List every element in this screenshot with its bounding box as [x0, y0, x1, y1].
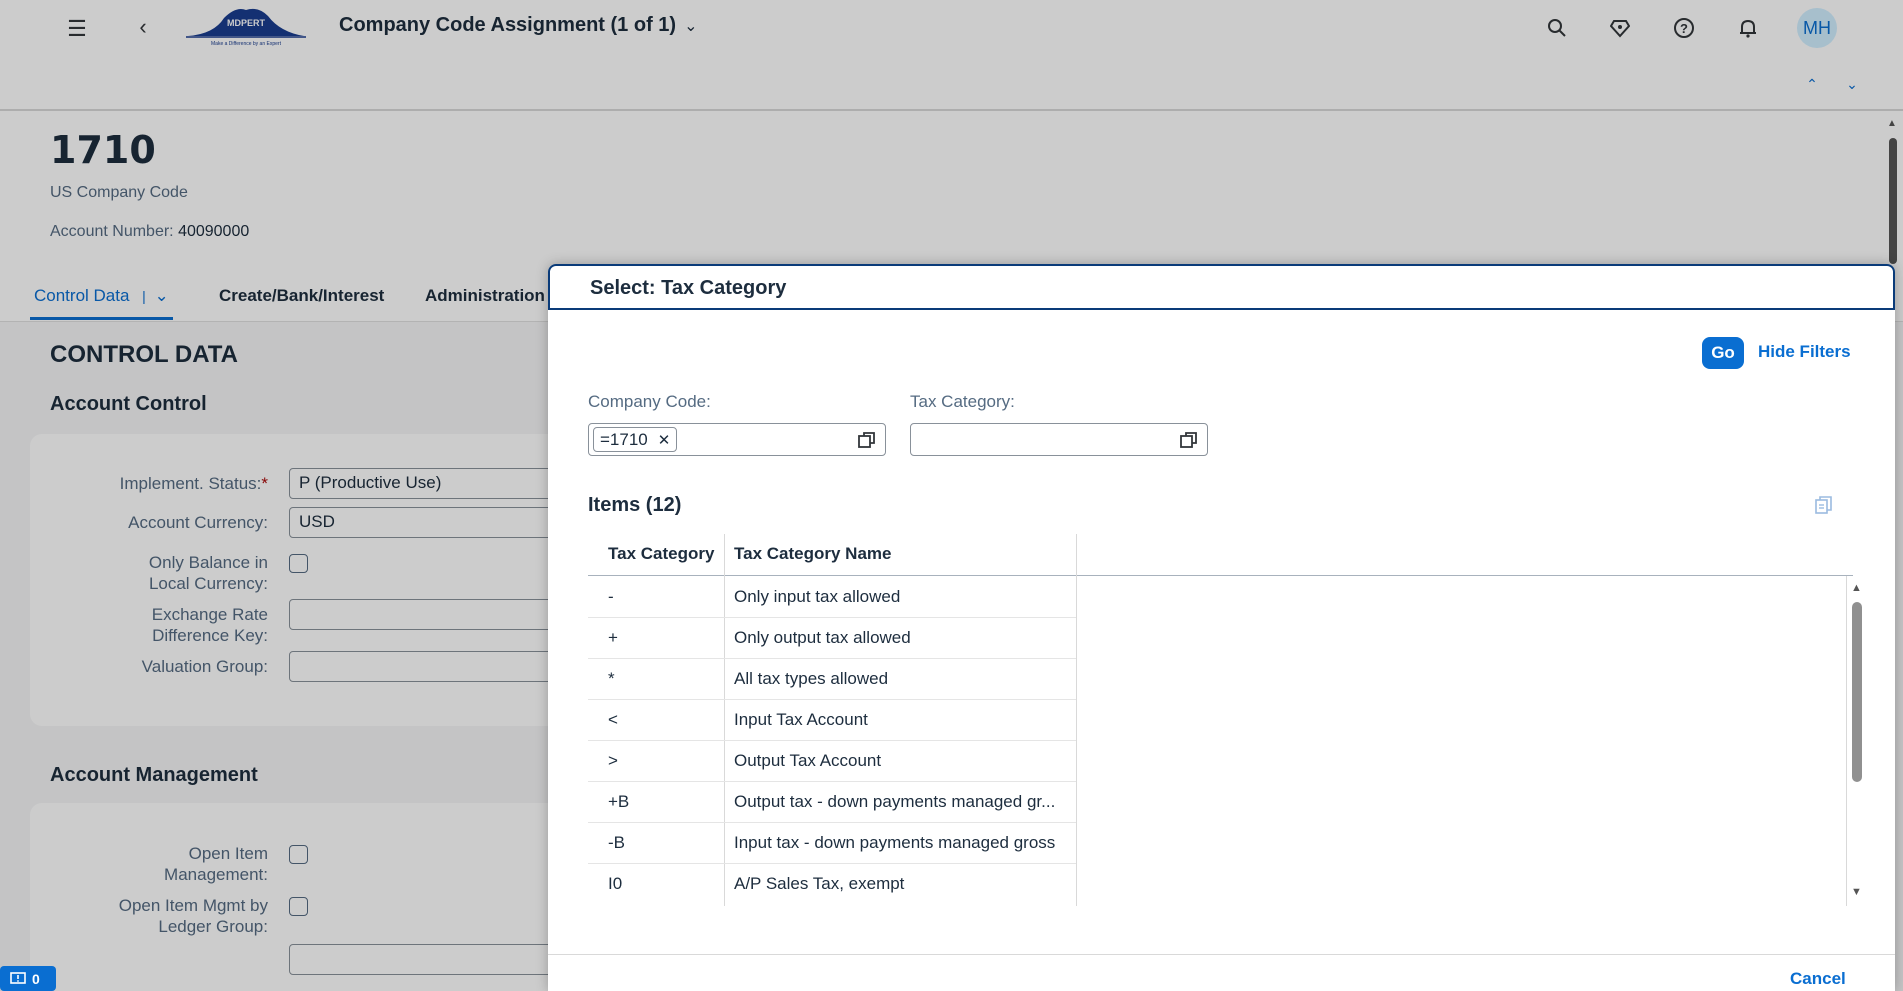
- copy-icon[interactable]: [1813, 494, 1835, 516]
- table-scrollbar-thumb[interactable]: [1852, 602, 1862, 782]
- company-code-token[interactable]: =1710 ✕: [593, 427, 678, 452]
- table-row[interactable]: - Only input tax allowed: [588, 577, 1076, 618]
- tax-category-label: Tax Category:: [910, 392, 1015, 411]
- go-button[interactable]: Go: [1702, 337, 1744, 369]
- company-code-input[interactable]: =1710 ✕: [588, 423, 886, 456]
- column-header-tax-category[interactable]: Tax Category: [608, 544, 714, 564]
- scroll-down-icon[interactable]: ▼: [1851, 886, 1862, 898]
- table-scrollbar[interactable]: ▲ ▼: [1846, 574, 1866, 904]
- table-header: Tax Category Tax Category Name: [588, 534, 1853, 576]
- value-help-icon[interactable]: [1179, 430, 1199, 450]
- company-code-label: Company Code:: [588, 392, 711, 411]
- dialog-title: Select: Tax Category: [590, 277, 787, 299]
- value-help-icon[interactable]: [857, 430, 877, 450]
- items-title: Items (12): [588, 494, 682, 516]
- table-row[interactable]: +B Output tax - down payments managed gr…: [588, 782, 1076, 823]
- tax-category-input[interactable]: [910, 423, 1208, 456]
- table-row[interactable]: I0 A/P Sales Tax, exempt: [588, 864, 1076, 905]
- table-row[interactable]: > Output Tax Account: [588, 741, 1076, 782]
- table-row[interactable]: < Input Tax Account: [588, 700, 1076, 741]
- column-divider: [1076, 534, 1077, 906]
- hide-filters-button[interactable]: Hide Filters: [1758, 342, 1851, 362]
- dialog-header: Select: Tax Category: [548, 264, 1895, 310]
- dialog-footer: Cancel: [548, 954, 1895, 991]
- message-button[interactable]: 0: [0, 966, 56, 991]
- select-tax-category-dialog: Select: Tax Category Go Hide Filters Com…: [548, 264, 1895, 991]
- table-row[interactable]: + Only output tax allowed: [588, 618, 1076, 659]
- close-icon[interactable]: ✕: [658, 431, 671, 449]
- scroll-up-icon[interactable]: ▲: [1851, 582, 1862, 594]
- table-row[interactable]: -B Input tax - down payments managed gro…: [588, 823, 1076, 864]
- table-row[interactable]: * All tax types allowed: [588, 659, 1076, 700]
- cancel-button[interactable]: Cancel: [1790, 969, 1846, 989]
- message-icon: [10, 971, 26, 984]
- column-header-tax-category-name[interactable]: Tax Category Name: [734, 544, 891, 564]
- message-count: 0: [32, 970, 40, 987]
